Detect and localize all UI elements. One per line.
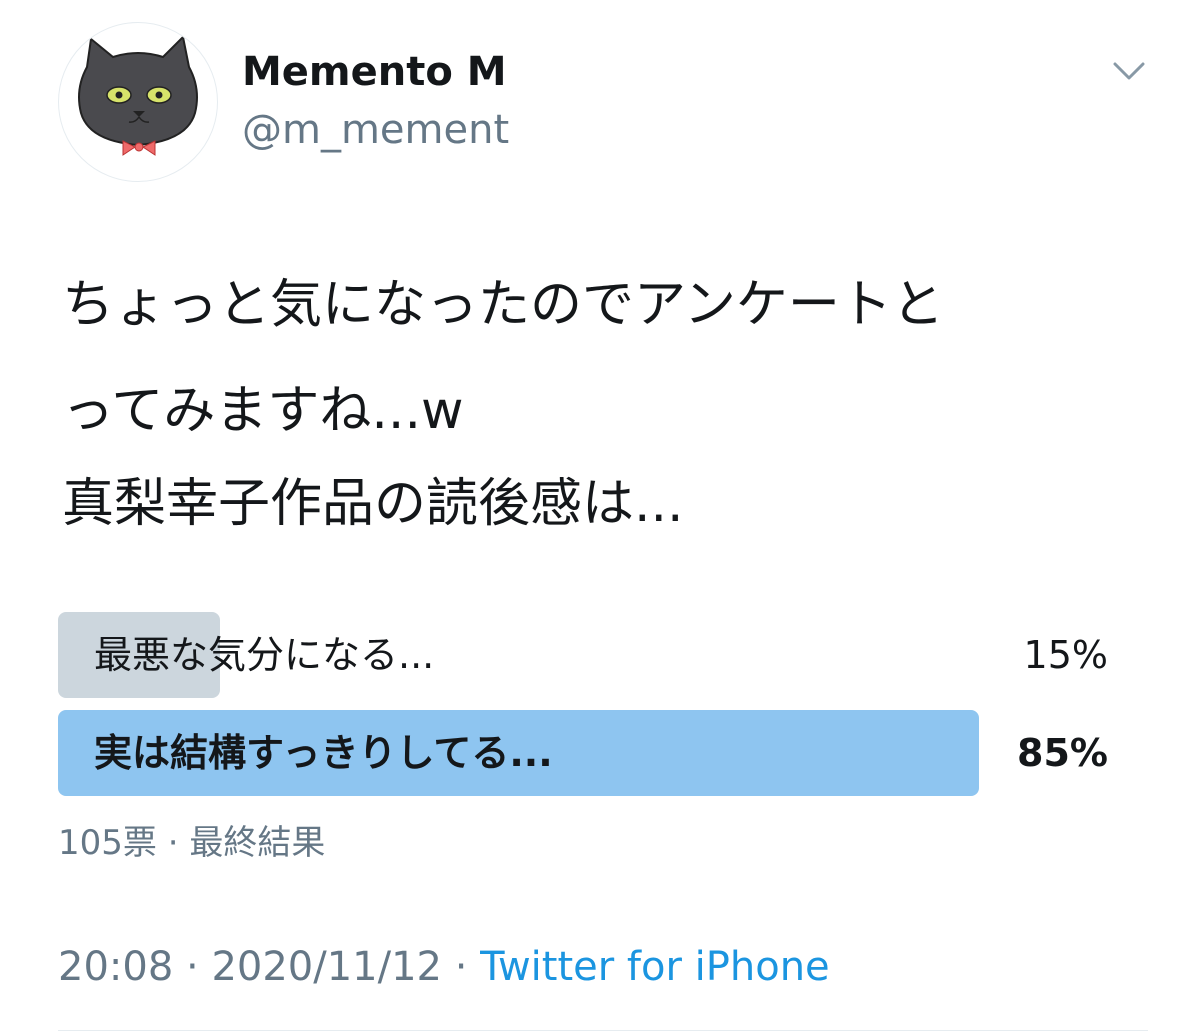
poll: 最悪な気分になる... 15% 実は結構すっきりしてる... 85% <box>58 610 1148 806</box>
poll-status: 最終結果 <box>189 823 326 863</box>
user-handle[interactable]: @m_mement <box>242 104 509 156</box>
display-name[interactable]: Memento M <box>242 46 507 98</box>
poll-option: 最悪な気分になる... 15% <box>58 610 1148 698</box>
separator: · <box>167 823 179 863</box>
poll-option-percent: 15% <box>1023 633 1108 677</box>
poll-option-label: 最悪な気分になる... <box>94 633 435 677</box>
tweet-text-question: 真梨幸子作品の読後感は... <box>62 474 684 534</box>
tweet-timestamp: 20:08 · 2020/11/12 · Twitter for iPhone <box>58 938 830 996</box>
poll-option: 実は結構すっきりしてる... 85% <box>58 708 1148 796</box>
separator: · <box>454 944 468 990</box>
cat-icon <box>78 34 198 156</box>
tweet-text: ちょっと気になったのでアンケートと ってみますね...w <box>62 252 1142 464</box>
chevron-down-icon[interactable] <box>1112 56 1146 86</box>
tweet-text-line: ちょっと気になったのでアンケートと <box>62 275 944 335</box>
tweet-text-line: ってみますね...w <box>62 381 464 441</box>
poll-meta: 105票 · 最終結果 <box>58 818 325 868</box>
avatar[interactable] <box>58 22 218 182</box>
poll-option-label: 実は結構すっきりしてる... <box>94 731 553 775</box>
tweet-time[interactable]: 20:08 <box>58 944 173 990</box>
poll-vote-count: 105票 <box>58 823 157 863</box>
separator: · <box>186 944 199 990</box>
tweet-date[interactable]: 2020/11/12 <box>211 944 442 990</box>
poll-option-percent: 85% <box>1017 731 1108 775</box>
divider <box>58 1030 1148 1031</box>
tweet-source-link[interactable]: Twitter for iPhone <box>480 944 830 990</box>
